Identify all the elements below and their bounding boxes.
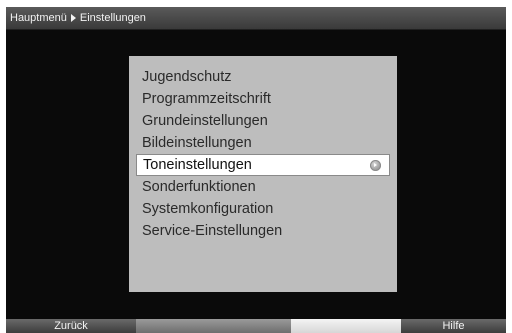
menu-item-programmzeitschrift[interactable]: Programmzeitschrift: [136, 88, 390, 110]
title-bar: Hauptmenü Einstellungen: [6, 7, 506, 30]
menu-item-sonderfunktionen[interactable]: Sonderfunktionen: [136, 176, 390, 198]
green-key[interactable]: [136, 319, 291, 333]
menu-item-toneinstellungen[interactable]: Toneinstellungen: [136, 154, 390, 176]
menu-item-label: Service-Einstellungen: [142, 223, 283, 239]
breadcrumb-settings: Einstellungen: [79, 12, 146, 24]
menu-item-label: Grundeinstellungen: [142, 113, 268, 129]
menu-item-bildeinstellungen[interactable]: Bildeinstellungen: [136, 132, 390, 154]
yellow-key[interactable]: [291, 319, 401, 333]
help-button[interactable]: Hilfe: [401, 319, 506, 333]
submenu-arrow-icon: [370, 160, 381, 171]
menu-item-label: Toneinstellungen: [143, 157, 252, 173]
osd-window: Hauptmenü Einstellungen Jugendschutz Pro…: [6, 7, 506, 333]
breadcrumb-main-menu[interactable]: Hauptmenü: [10, 12, 67, 24]
menu-item-service-einstellungen[interactable]: Service-Einstellungen: [136, 220, 390, 242]
screen: Hauptmenü Einstellungen Jugendschutz Pro…: [0, 0, 512, 333]
menu-item-jugendschutz[interactable]: Jugendschutz: [136, 66, 390, 88]
menu-item-label: Bildeinstellungen: [142, 135, 252, 151]
settings-menu-panel: Jugendschutz Programmzeitschrift Grundei…: [129, 56, 397, 292]
settings-menu-list: Jugendschutz Programmzeitschrift Grundei…: [136, 66, 390, 242]
function-key-bar: Zurück Hilfe: [6, 319, 506, 333]
menu-item-label: Jugendschutz: [142, 69, 232, 85]
menu-item-label: Programmzeitschrift: [142, 91, 271, 107]
menu-item-grundeinstellungen[interactable]: Grundeinstellungen: [136, 110, 390, 132]
breadcrumb-arrow-icon: [70, 14, 76, 22]
menu-item-label: Systemkonfiguration: [142, 201, 274, 217]
menu-item-label: Sonderfunktionen: [142, 179, 256, 195]
menu-item-systemkonfiguration[interactable]: Systemkonfiguration: [136, 198, 390, 220]
back-button[interactable]: Zurück: [6, 319, 136, 333]
